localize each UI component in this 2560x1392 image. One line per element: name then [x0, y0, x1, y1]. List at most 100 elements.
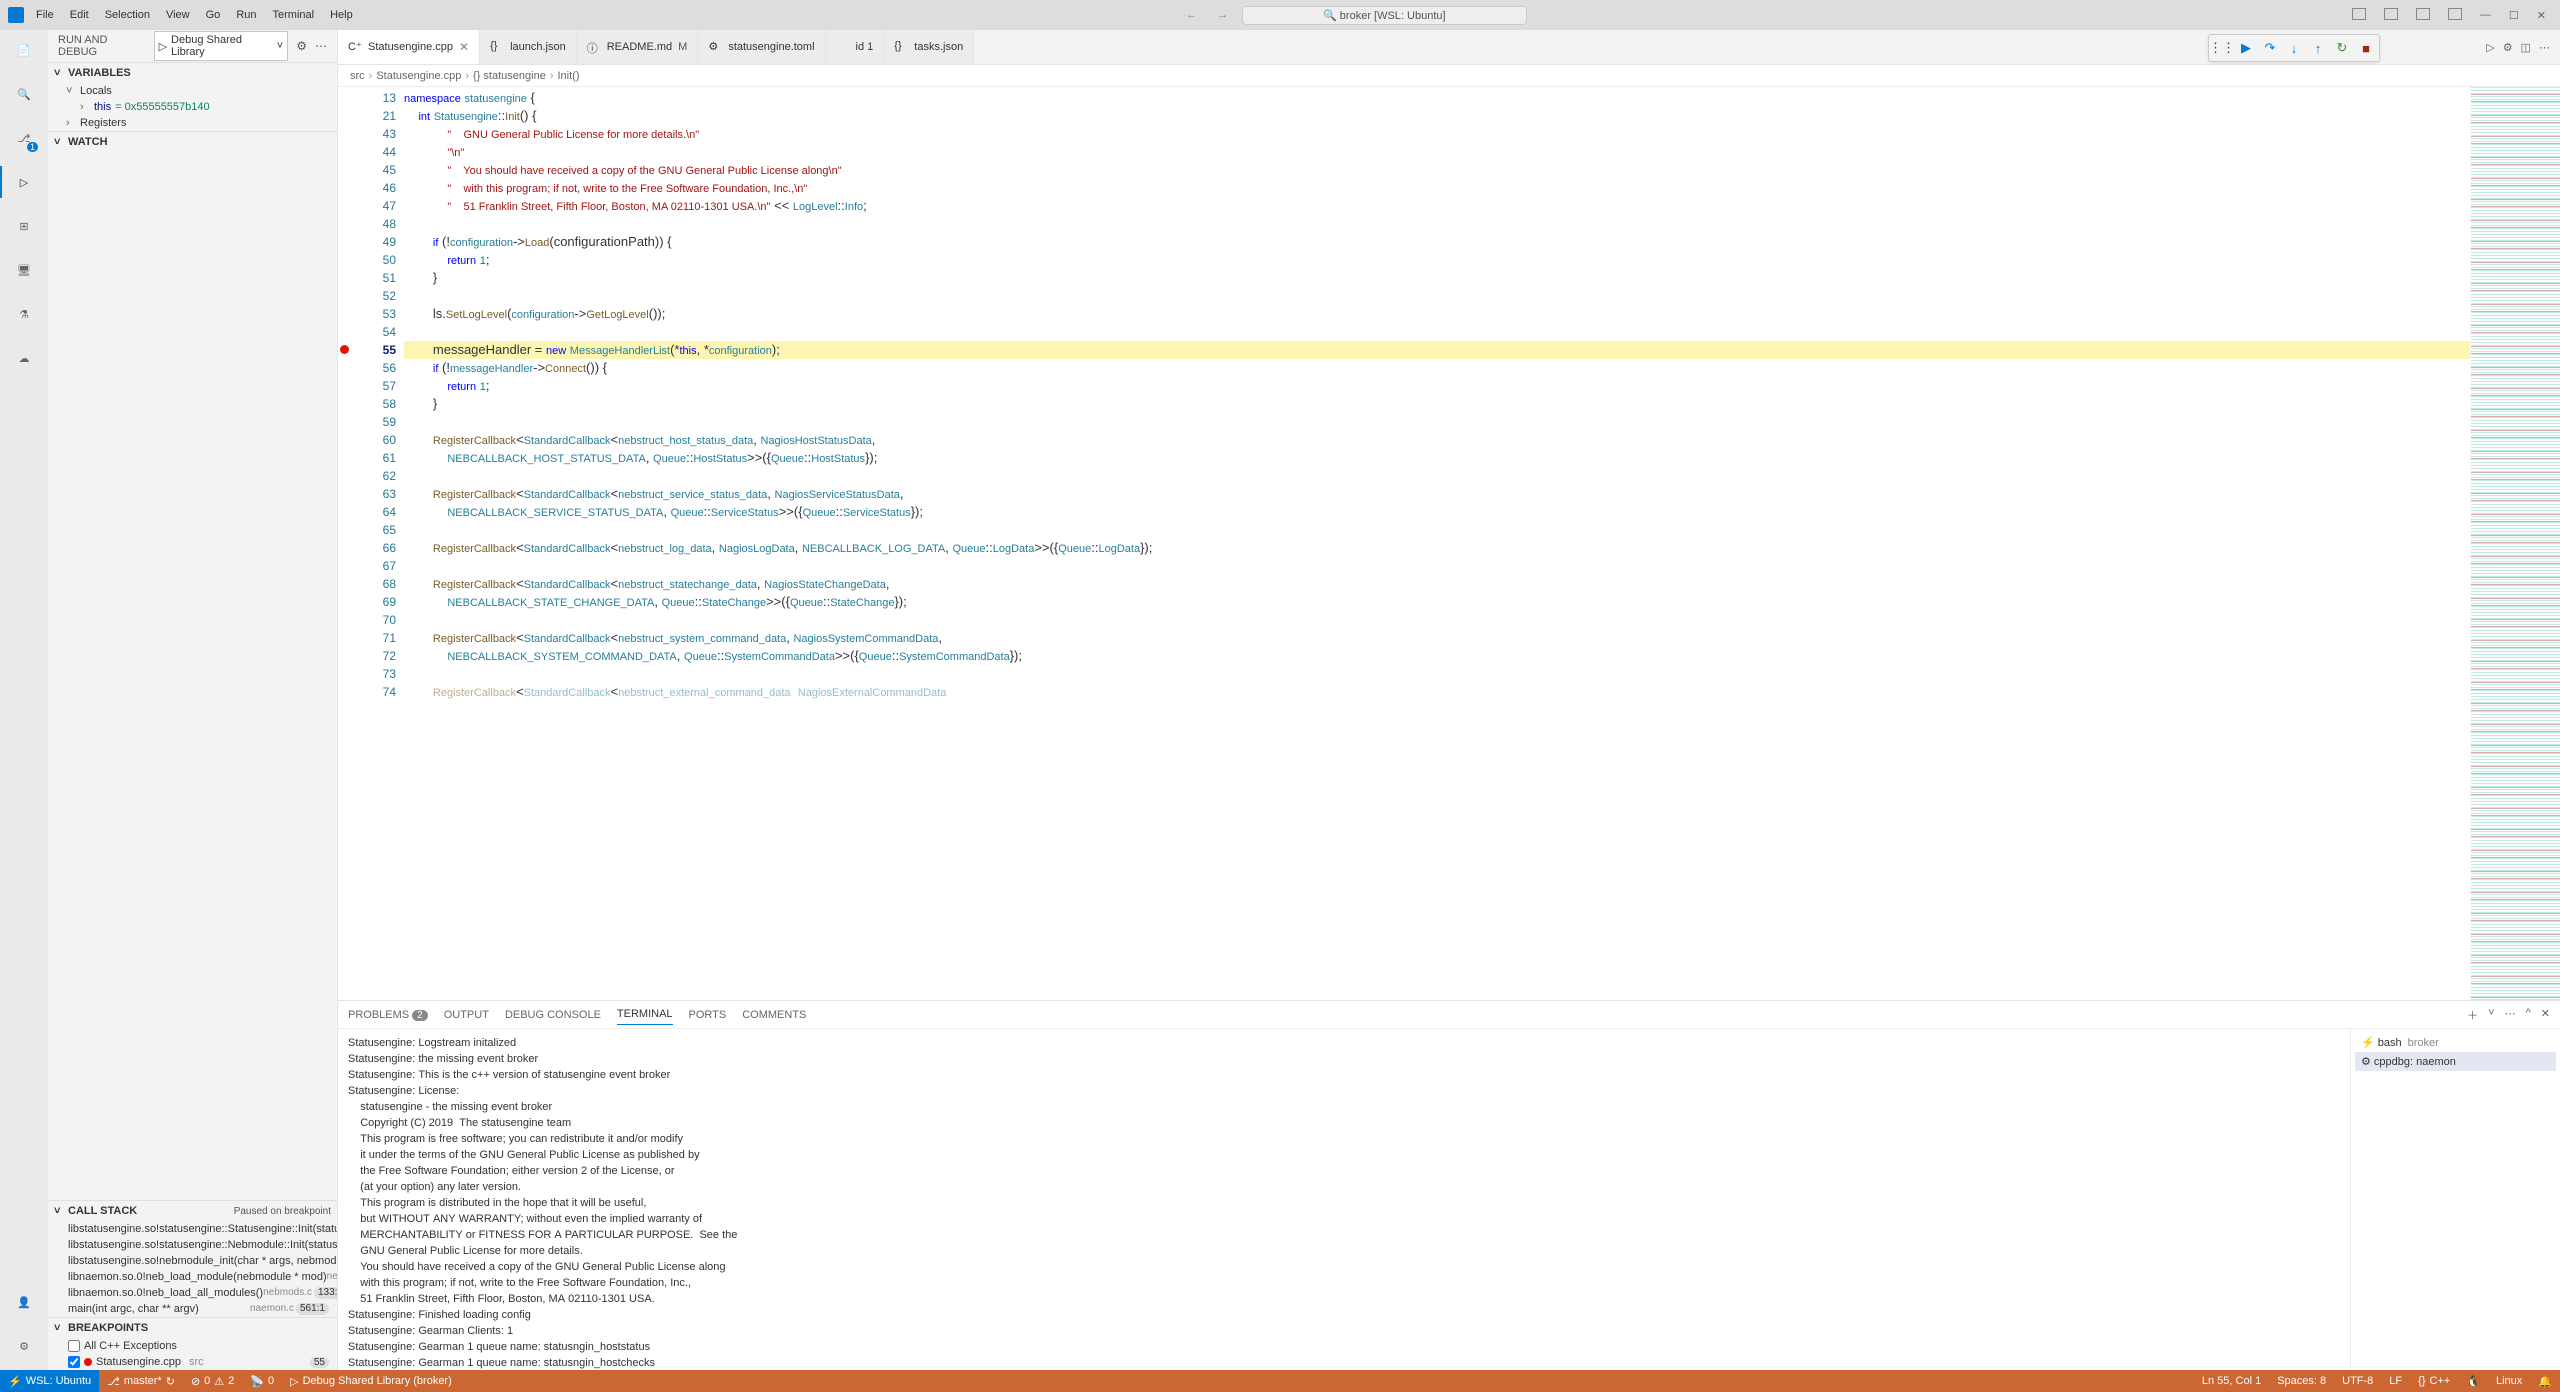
- code-line[interactable]: NEBCALLBACK_SYSTEM_COMMAND_DATA, Queue::…: [404, 647, 2470, 665]
- notifications-icon[interactable]: 🔔: [2530, 1375, 2560, 1388]
- step-into-icon[interactable]: ↓: [2283, 37, 2305, 59]
- var-item[interactable]: ›this = 0x55555557b140: [60, 99, 337, 115]
- tab-launch-json[interactable]: {}launch.json: [480, 30, 577, 64]
- callstack-frame[interactable]: libstatusengine.so!nebmodule_init(char *…: [60, 1253, 337, 1269]
- code-line[interactable]: " You should have received a copy of the…: [404, 161, 2470, 179]
- minimap[interactable]: [2470, 87, 2560, 1000]
- bp-checkbox[interactable]: [68, 1356, 80, 1368]
- code-line[interactable]: return 1;: [404, 251, 2470, 269]
- code-line[interactable]: RegisterCallback<StandardCallback<nebstr…: [404, 629, 2470, 647]
- callstack-frame[interactable]: libnaemon.so.0!neb_load_module(nebmodule…: [60, 1269, 337, 1285]
- tab-id-1[interactable]: id 1: [826, 30, 885, 64]
- split-icon[interactable]: ◫: [2521, 41, 2531, 54]
- drag-handle-icon[interactable]: ⋮⋮: [2211, 37, 2233, 59]
- code-line[interactable]: RegisterCallback<StandardCallback<nebstr…: [404, 683, 2470, 701]
- tab-Statusengine-cpp[interactable]: C⁺Statusengine.cpp✕: [338, 30, 480, 64]
- cloud-icon[interactable]: ☁: [12, 346, 36, 370]
- git-branch[interactable]: ⎇ master* ↻: [99, 1370, 183, 1392]
- menu-help[interactable]: Help: [322, 5, 361, 25]
- continue-icon[interactable]: ▶: [2235, 37, 2257, 59]
- code-line[interactable]: ls.SetLogLevel(configuration->GetLogLeve…: [404, 305, 2470, 323]
- code-line[interactable]: [404, 665, 2470, 683]
- code-line[interactable]: }: [404, 269, 2470, 287]
- code-line[interactable]: [404, 467, 2470, 485]
- code-line[interactable]: NEBCALLBACK_HOST_STATUS_DATA, Queue::Hos…: [404, 449, 2470, 467]
- panel-tab-output[interactable]: OUTPUT: [444, 1005, 489, 1025]
- callstack-section[interactable]: ˅CALL STACKPaused on breakpoint: [48, 1201, 337, 1221]
- code-line[interactable]: [404, 611, 2470, 629]
- code-line[interactable]: [404, 323, 2470, 341]
- more-icon[interactable]: ⋯: [2539, 41, 2550, 54]
- gear-icon[interactable]: ⚙: [296, 39, 307, 53]
- code-line[interactable]: " GNU General Public License for more de…: [404, 125, 2470, 143]
- terminal-dd-icon[interactable]: ˅: [2488, 1007, 2494, 1023]
- code-line[interactable]: " 51 Franklin Street, Fifth Floor, Bosto…: [404, 197, 2470, 215]
- new-terminal-icon[interactable]: ＋: [2467, 1007, 2478, 1023]
- code-line[interactable]: [404, 557, 2470, 575]
- code-line[interactable]: RegisterCallback<StandardCallback<nebstr…: [404, 431, 2470, 449]
- callstack-frame[interactable]: libstatusengine.so!statusengine::Nebmodu…: [60, 1237, 337, 1253]
- nav-back-icon[interactable]: ←: [1180, 7, 1203, 23]
- explorer-icon[interactable]: 📄: [12, 38, 36, 62]
- variables-section[interactable]: ˅VARIABLES: [48, 63, 337, 83]
- callstack-frame[interactable]: main(int argc, char ** argv)naemon.c561:…: [60, 1301, 337, 1317]
- encoding[interactable]: UTF-8: [2334, 1375, 2381, 1387]
- menu-go[interactable]: Go: [198, 5, 229, 25]
- var-scope[interactable]: ›Registers: [60, 115, 337, 131]
- code-line[interactable]: int Statusengine::Init() {: [404, 107, 2470, 125]
- panel-tab-terminal[interactable]: TERMINAL: [617, 1004, 673, 1025]
- more-icon[interactable]: ⋯: [315, 39, 327, 53]
- layout-icon[interactable]: [2442, 4, 2468, 27]
- code-line[interactable]: messageHandler = new MessageHandlerList(…: [404, 341, 2470, 359]
- settings-gear-icon[interactable]: ⚙: [12, 1334, 36, 1358]
- code-line[interactable]: if (!messageHandler->Connect()) {: [404, 359, 2470, 377]
- code-line[interactable]: [404, 521, 2470, 539]
- breakpoints-section[interactable]: ˅BREAKPOINTS: [48, 1318, 337, 1338]
- cursor-pos[interactable]: Ln 55, Col 1: [2194, 1375, 2269, 1387]
- gear-icon[interactable]: ⚙: [2503, 41, 2513, 54]
- scm-icon[interactable]: ⎇1: [12, 126, 36, 150]
- code-line[interactable]: return 1;: [404, 377, 2470, 395]
- layout-icon[interactable]: [2346, 4, 2372, 27]
- debug-status[interactable]: ▷ Debug Shared Library (broker): [282, 1370, 460, 1392]
- eol[interactable]: LF: [2381, 1375, 2410, 1387]
- test-icon[interactable]: ⚗: [12, 302, 36, 326]
- search-icon[interactable]: 🔍: [12, 82, 36, 106]
- restart-icon[interactable]: ↻: [2331, 37, 2353, 59]
- maximize-icon[interactable]: ☐: [2503, 5, 2525, 26]
- maximize-panel-icon[interactable]: ^: [2526, 1007, 2531, 1023]
- breakpoint-item[interactable]: Statusengine.cppsrc55: [60, 1354, 337, 1370]
- layout-icon[interactable]: [2378, 4, 2404, 27]
- bp-checkbox[interactable]: [68, 1340, 80, 1352]
- code-line[interactable]: if (!configuration->Load(configurationPa…: [404, 233, 2470, 251]
- tab-tasks-json[interactable]: {}tasks.json: [884, 30, 974, 64]
- tab-statusengine-toml[interactable]: ⚙statusengine.toml: [698, 30, 825, 64]
- linux-icon[interactable]: 🐧: [2458, 1375, 2488, 1388]
- menu-view[interactable]: View: [158, 5, 198, 25]
- code-line[interactable]: RegisterCallback<StandardCallback<nebstr…: [404, 575, 2470, 593]
- more-icon[interactable]: ⋯: [2505, 1007, 2516, 1023]
- code-line[interactable]: [404, 413, 2470, 431]
- breakpoint-item[interactable]: All C++ Exceptions: [60, 1338, 337, 1354]
- run-debug-icon[interactable]: ▷: [12, 170, 36, 194]
- terminal-output[interactable]: Statusengine: Logstream initalizedStatus…: [338, 1029, 2350, 1370]
- var-scope[interactable]: ˅Locals: [60, 83, 337, 99]
- remote-indicator[interactable]: ⚡ WSL: Ubuntu: [0, 1370, 99, 1392]
- tab-README-md[interactable]: ⓘREADME.mdM: [577, 30, 699, 64]
- extensions-icon[interactable]: ⊞: [12, 214, 36, 238]
- remote-explorer-icon[interactable]: 🖥: [12, 258, 36, 282]
- layout-icon[interactable]: [2410, 4, 2436, 27]
- launch-config-dropdown[interactable]: ▷ Debug Shared Library ˅: [154, 31, 289, 61]
- callstack-frame[interactable]: libstatusengine.so!statusengine::Statuse…: [60, 1221, 337, 1237]
- panel-tab-problems[interactable]: PROBLEMS2: [348, 1005, 428, 1025]
- code-line[interactable]: RegisterCallback<StandardCallback<nebstr…: [404, 485, 2470, 503]
- problems-status[interactable]: ⊘ 0 ⚠ 2: [183, 1370, 242, 1392]
- close-panel-icon[interactable]: ✕: [2541, 1007, 2550, 1023]
- breadcrumb-item[interactable]: Init(): [558, 70, 580, 82]
- code-line[interactable]: }: [404, 395, 2470, 413]
- code-line[interactable]: "\n": [404, 143, 2470, 161]
- watch-section[interactable]: ˅WATCH: [48, 132, 337, 152]
- code-editor[interactable]: 1321434445464748495051525354555657585960…: [338, 87, 2560, 1000]
- command-center[interactable]: 🔍 broker [WSL: Ubuntu]: [1242, 6, 1527, 25]
- run-icon[interactable]: ▷: [2486, 41, 2494, 54]
